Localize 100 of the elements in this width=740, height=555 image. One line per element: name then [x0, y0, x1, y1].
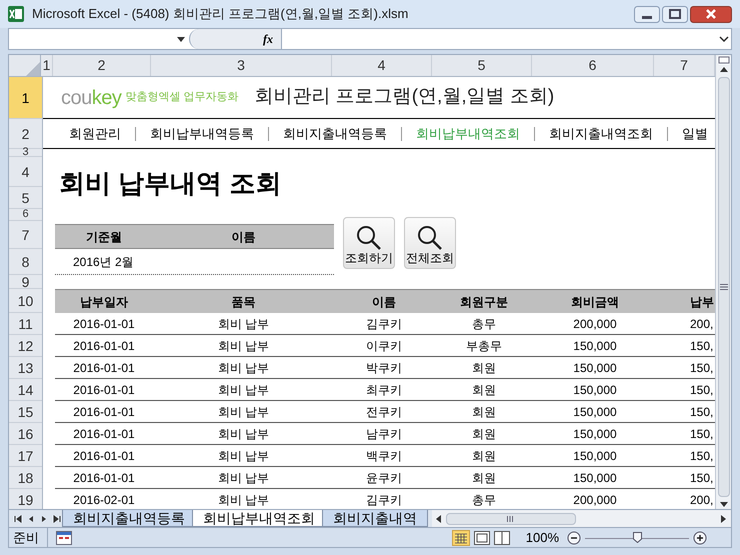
program-title: 회비관리 프로그램(연,월,일별 조회)	[254, 85, 554, 110]
table-cell-text: 150,	[689, 338, 714, 354]
table-cell-text: 김쿠키	[365, 492, 403, 508]
minimize-icon[interactable]	[634, 6, 660, 22]
column-heading: 회비금액	[570, 294, 620, 310]
table-cell-text: 회원	[471, 382, 497, 398]
scroll-left-icon[interactable]	[436, 514, 442, 522]
table-cell-text: 200,000	[572, 316, 618, 332]
row-header[interactable]: 5	[9, 187, 42, 209]
table-cell-text: 전쿠키	[365, 404, 403, 420]
row-header[interactable]: 17	[9, 445, 42, 467]
sheet-tab[interactable]: 회비지출내역	[322, 510, 428, 527]
row-header[interactable]: 1	[9, 77, 42, 119]
column-header[interactable]: 6	[532, 55, 654, 76]
table-cell-text: 회비 납부	[216, 404, 270, 420]
row-header[interactable]: 14	[9, 379, 42, 401]
table-cell-text: 150,000	[572, 404, 618, 420]
row-header[interactable]: 16	[9, 423, 42, 445]
table-cell-text: 회원	[471, 470, 497, 486]
grip-icon	[507, 516, 515, 522]
last-sheet-icon[interactable]	[53, 514, 61, 522]
column-heading: 납부	[689, 294, 715, 310]
page-layout-icon[interactable]	[474, 530, 490, 544]
expand-caret-icon[interactable]	[719, 36, 729, 42]
table-cell-text: 회원	[471, 360, 497, 376]
nav-link[interactable]: 일별	[682, 124, 708, 144]
zoom-level[interactable]: 100%	[526, 528, 559, 548]
row-header[interactable]: 10	[9, 289, 42, 313]
row-header[interactable]: 13	[9, 357, 42, 379]
row-header[interactable]: 8	[9, 249, 42, 275]
previous-sheet-icon[interactable]	[27, 514, 35, 522]
row-header[interactable]: 6	[9, 209, 42, 221]
nav-link[interactable]: 회비지출내역등록	[283, 124, 387, 144]
table-cell-text: 200,	[689, 492, 714, 508]
zoom-in-icon[interactable]	[693, 530, 707, 544]
column-header[interactable]: 4	[332, 55, 432, 76]
column-header[interactable]: 2	[53, 55, 151, 76]
row-header[interactable]: 15	[9, 401, 42, 423]
vertical-scrollbar[interactable]	[715, 55, 731, 509]
table-cell-text: 회비 납부	[216, 360, 270, 376]
table-cell-text: 회비 납부	[216, 426, 270, 442]
table-cell-text: 150,000	[572, 470, 618, 486]
table-cell-text: 2016-01-01	[72, 360, 136, 376]
month-value[interactable]: 2016년 2월	[55, 252, 153, 270]
table-cell-text: 회비 납부	[216, 448, 270, 464]
macro-record-icon[interactable]	[56, 530, 72, 544]
table-cell-text: 2016-01-01	[72, 426, 136, 442]
table-cell-text: 150,000	[572, 448, 618, 464]
scroll-right-icon[interactable]	[721, 514, 727, 522]
table-cell-text: 윤쿠키	[365, 470, 403, 486]
close-icon[interactable]	[690, 6, 732, 22]
horizontal-scrollbar[interactable]	[432, 510, 731, 527]
table-cell-text: 회비 납부	[216, 338, 270, 354]
first-sheet-icon[interactable]	[14, 514, 22, 522]
table-cell-text: 2016-02-01	[72, 492, 136, 508]
table-cell-text: 회원	[471, 426, 497, 442]
nav-link[interactable]: 회비지출내역조회	[549, 124, 653, 144]
row-header[interactable]: 3	[9, 149, 42, 157]
row-header[interactable]: 18	[9, 467, 42, 489]
row-header[interactable]: 2	[9, 119, 42, 149]
row-header[interactable]: 12	[9, 335, 42, 357]
function-button[interactable]: fx	[263, 30, 273, 48]
window-title: Microsoft Excel - (5408) 회비관리 프로그램(연,월,일별 조회).xlsm	[32, 5, 410, 24]
table-cell-text: 남쿠키	[365, 426, 403, 442]
dropdown-caret-icon	[177, 36, 185, 42]
table-cell-text: 이쿠키	[365, 338, 403, 354]
column-header[interactable]: 1	[41, 55, 53, 76]
column-header[interactable]: 5	[432, 55, 532, 76]
search-button[interactable]: 전체조회	[404, 217, 456, 269]
table-cell-text: 회비 납부	[216, 382, 270, 398]
maximize-icon[interactable]	[662, 6, 688, 22]
row-header[interactable]: 11	[9, 313, 42, 335]
zoom-out-icon[interactable]	[567, 530, 581, 544]
row-header[interactable]: 9	[9, 275, 42, 289]
column-heading: 품목	[230, 294, 256, 310]
next-sheet-icon[interactable]	[40, 514, 48, 522]
nav-link[interactable]: 회비납부내역등록	[150, 124, 254, 144]
row-header[interactable]: 4	[9, 157, 42, 187]
table-cell-text: 150,	[689, 448, 714, 464]
table-cell-text: 2016-01-01	[72, 404, 136, 420]
table-cell-text: 150,	[689, 360, 714, 376]
search-button[interactable]: 조회하기	[343, 217, 395, 269]
logo-text: coukey	[61, 86, 122, 110]
nav-link[interactable]: 회원관리	[69, 124, 121, 144]
table-cell-text: 2016-01-01	[72, 316, 136, 332]
column-header[interactable]: 3	[151, 55, 332, 76]
table-cell-text: 150,000	[572, 360, 618, 376]
row-header[interactable]: 7	[9, 221, 42, 249]
table-cell-text: 150,	[689, 426, 714, 442]
table-cell-text: 김쿠키	[365, 316, 403, 332]
table-cell-text: 회비 납부	[216, 492, 270, 508]
table-cell-text: 2016-01-01	[72, 448, 136, 464]
search-icon	[356, 225, 382, 251]
table-cell-text: 200,000	[572, 492, 618, 508]
filter-label: 이름	[230, 228, 256, 246]
status-text: 준비	[13, 528, 48, 548]
normal-view-icon[interactable]	[452, 530, 470, 546]
page-break-icon[interactable]	[494, 530, 510, 544]
scroll-up-icon[interactable]	[718, 65, 728, 73]
zoom-slider-thumb[interactable]	[633, 532, 642, 542]
